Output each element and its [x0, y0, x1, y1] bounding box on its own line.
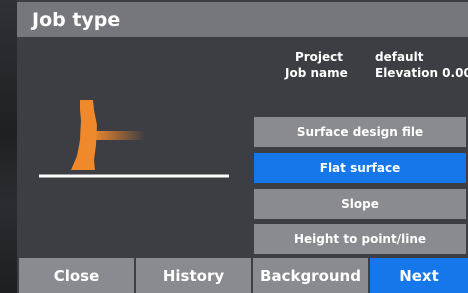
option-slope[interactable]: Slope — [254, 189, 466, 219]
blade-shape — [71, 100, 97, 170]
background-button[interactable]: Background — [253, 258, 368, 293]
option-surface-design-file[interactable]: Surface design file — [254, 117, 466, 147]
option-height-to-point-line[interactable]: Height to point/line — [254, 224, 466, 254]
project-label: Project — [294, 50, 343, 64]
dialog-titlebar: Job type — [17, 2, 468, 37]
option-flat-surface[interactable]: Flat surface — [254, 153, 466, 183]
history-button[interactable]: History — [136, 258, 251, 293]
blade-on-flat-surface-icon — [39, 100, 229, 178]
project-value: default — [375, 50, 424, 64]
job-name-label: Job name — [285, 66, 348, 80]
next-button[interactable]: Next — [370, 258, 468, 293]
desktop-background — [0, 0, 17, 293]
job-type-dialog: Job type Project Job name default Elevat… — [17, 0, 468, 293]
dialog-title: Job type — [32, 9, 121, 31]
close-button[interactable]: Close — [19, 258, 134, 293]
blade-arm — [95, 131, 145, 140]
job-info-values: default Elevation 0.00 — [375, 49, 468, 81]
job-info-labels: Project Job name — [285, 49, 348, 81]
job-name-value: Elevation 0.00 — [375, 66, 468, 80]
